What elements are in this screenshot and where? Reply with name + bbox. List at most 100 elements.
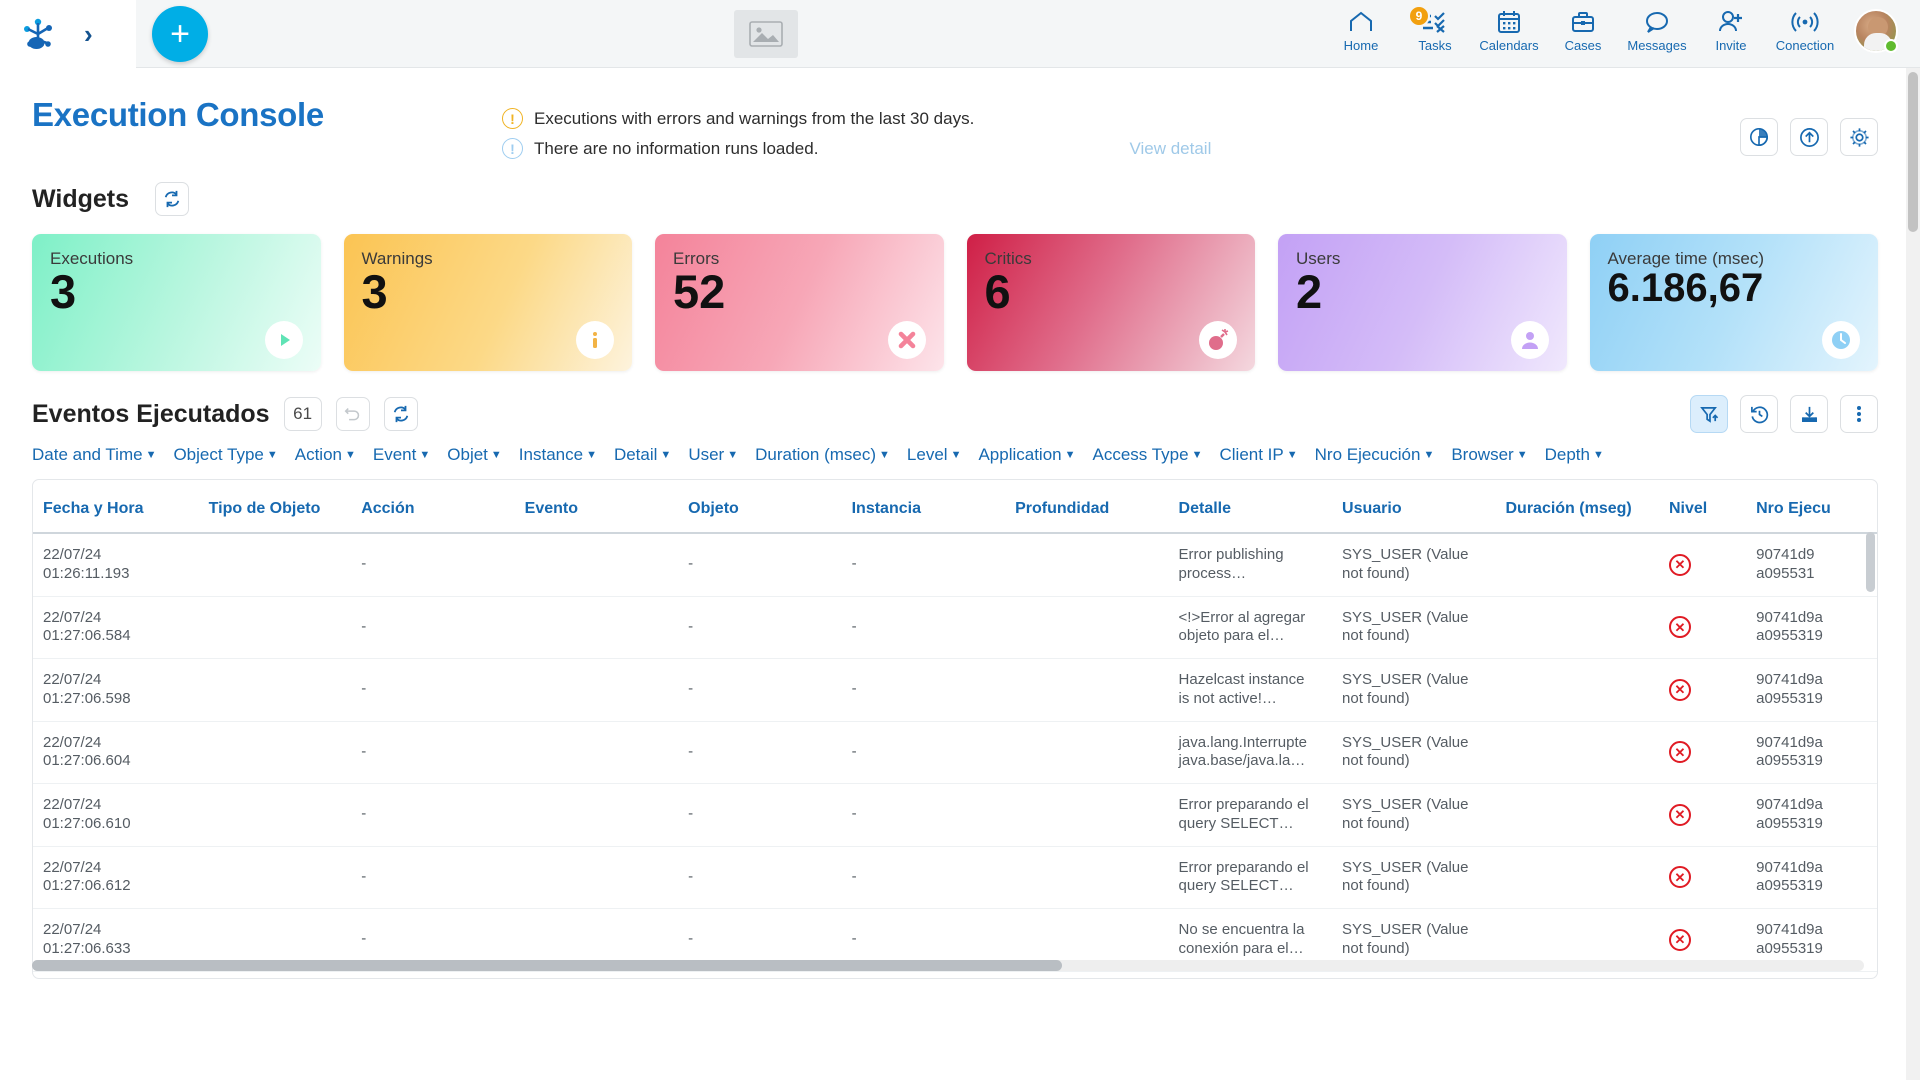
widget-card-critics[interactable]: Critics 6 <box>967 234 1256 371</box>
table-row[interactable]: 22/07/2401:26:11.193 - - - Error publish… <box>33 533 1877 596</box>
widgets-refresh-button[interactable] <box>155 182 189 216</box>
download-button[interactable] <box>1790 395 1828 433</box>
column-header-detalle[interactable]: Detalle <box>1169 480 1332 533</box>
events-table: Fecha y Hora Tipo de Objeto Acción Event… <box>33 480 1877 979</box>
widget-card-warnings[interactable]: Warnings 3 <box>344 234 633 371</box>
error-level-icon: ✕ <box>1669 679 1691 701</box>
cell-detalle-l1: Hazelcast instance <box>1179 671 1322 690</box>
events-refresh-button[interactable] <box>384 397 418 431</box>
filter-detail[interactable]: Detail▼ <box>614 445 671 465</box>
cell-date: 22/07/24 <box>43 546 189 565</box>
nav-item-cases[interactable]: Cases <box>1546 9 1620 59</box>
nav-item-invite[interactable]: Invite <box>1694 9 1768 59</box>
filter-nro-ejecucion[interactable]: Nro Ejecución▼ <box>1315 445 1435 465</box>
view-detail-link[interactable]: View detail <box>1129 139 1211 159</box>
table-row[interactable]: 22/07/2401:27:06.612 - - - Error prepara… <box>33 846 1877 909</box>
column-header-instancia[interactable]: Instancia <box>842 480 1005 533</box>
cell-time: 01:27:06.584 <box>43 627 189 646</box>
filter-user[interactable]: User▼ <box>688 445 738 465</box>
widget-label: Warnings <box>362 249 615 269</box>
table-vertical-scrollbar-thumb[interactable] <box>1866 532 1875 592</box>
widget-card-users[interactable]: Users 2 <box>1278 234 1567 371</box>
column-header-accion[interactable]: Acción <box>351 480 514 533</box>
cell-date: 22/07/24 <box>43 734 189 753</box>
filter-objet[interactable]: Objet▼ <box>447 445 502 465</box>
widget-card-errors[interactable]: Errors 52 <box>655 234 944 371</box>
calendar-icon <box>1497 9 1521 35</box>
cell-usuario-l1: SYS_USER (Value <box>1342 859 1485 878</box>
nav-label-invite: Invite <box>1715 38 1746 53</box>
nav-item-messages[interactable]: Messages <box>1620 9 1694 59</box>
table-row[interactable]: 22/07/2401:27:06.584 - - - <!>Error al a… <box>33 596 1877 659</box>
sidebar-expand-icon[interactable]: › <box>84 21 93 47</box>
column-header-evento[interactable]: Evento <box>515 480 678 533</box>
events-undo-button[interactable] <box>336 397 370 431</box>
cell-time: 01:27:06.604 <box>43 752 189 771</box>
filter-label: User <box>688 445 724 465</box>
cell-instancia: - <box>842 533 1005 596</box>
column-header-profundidad[interactable]: Profundidad <box>1005 480 1168 533</box>
more-button[interactable] <box>1840 395 1878 433</box>
cell-usuario-l1: SYS_USER (Value <box>1342 546 1485 565</box>
filter-duration[interactable]: Duration (msec)▼ <box>755 445 890 465</box>
table-row[interactable]: 22/07/2401:27:06.604 - - - java.lang.Int… <box>33 721 1877 784</box>
alert-warning-text: Executions with errors and warnings from… <box>534 109 974 129</box>
column-header-objeto[interactable]: Objeto <box>678 480 841 533</box>
widget-card-executions[interactable]: Executions 3 <box>32 234 321 371</box>
chart-report-button[interactable] <box>1740 118 1778 156</box>
settings-button[interactable] <box>1840 118 1878 156</box>
cell-detalle: <!>Error al agregarobjeto para el… <box>1169 596 1332 659</box>
filter-date-and-time[interactable]: Date and Time▼ <box>32 445 156 465</box>
filter-button[interactable] <box>1690 395 1728 433</box>
cell-evento <box>515 971 678 979</box>
filter-client-ip[interactable]: Client IP▼ <box>1219 445 1297 465</box>
filter-level[interactable]: Level▼ <box>907 445 962 465</box>
cell-instancia: - <box>842 721 1005 784</box>
filter-object-type[interactable]: Object Type▼ <box>173 445 277 465</box>
filter-action[interactable]: Action▼ <box>295 445 356 465</box>
column-header-tipo[interactable]: Tipo de Objeto <box>199 480 352 533</box>
filter-event[interactable]: Event▼ <box>373 445 430 465</box>
nav-item-home[interactable]: Home <box>1324 9 1398 59</box>
upload-button[interactable] <box>1790 118 1828 156</box>
page-scrollbar[interactable] <box>1906 68 1920 1080</box>
column-header-duracion[interactable]: Duración (mseg) <box>1495 480 1658 533</box>
cell-duracion <box>1495 846 1658 909</box>
filter-application[interactable]: Application▼ <box>978 445 1075 465</box>
column-header-nro[interactable]: Nro Ejecu <box>1746 480 1877 533</box>
nav-item-tasks[interactable]: 9 Tasks <box>1398 9 1472 59</box>
cell-usuario-l2: not found) <box>1342 815 1485 834</box>
cell-time: 01:26:11.193 <box>43 565 189 584</box>
filter-access-type[interactable]: Access Type▼ <box>1093 445 1203 465</box>
history-button[interactable] <box>1740 395 1778 433</box>
table-horizontal-scrollbar[interactable] <box>32 960 1864 971</box>
nav-item-conection[interactable]: Conection <box>1768 9 1842 59</box>
cell-tipo <box>199 971 352 979</box>
filter-depth[interactable]: Depth▼ <box>1545 445 1604 465</box>
table-vertical-scrollbar[interactable] <box>1866 532 1875 972</box>
table-row[interactable]: 22/07/2401:27:06.610 - - - Error prepara… <box>33 784 1877 847</box>
chevron-down-icon: ▼ <box>727 450 738 461</box>
info-icon <box>576 321 614 359</box>
column-header-fecha[interactable]: Fecha y Hora <box>33 480 199 533</box>
table-head: Fecha y Hora Tipo de Objeto Acción Event… <box>33 480 1877 533</box>
table-row[interactable]: 22/07/2401:27:06.645 - - - No se encuent… <box>33 971 1877 979</box>
app-logo-icon[interactable] <box>18 14 58 54</box>
table-horizontal-scrollbar-thumb[interactable] <box>32 960 1062 971</box>
column-header-usuario[interactable]: Usuario <box>1332 480 1495 533</box>
status-badge <box>1884 39 1898 53</box>
widget-card-average-time[interactable]: Average time (msec) 6.186,67 <box>1590 234 1879 371</box>
column-header-nivel[interactable]: Nivel <box>1659 480 1746 533</box>
cell-evento <box>515 596 678 659</box>
filter-instance[interactable]: Instance▼ <box>519 445 597 465</box>
filter-browser[interactable]: Browser▼ <box>1451 445 1527 465</box>
nav-item-calendars[interactable]: Calendars <box>1472 9 1546 59</box>
logo-zone: › <box>0 0 136 68</box>
page-scrollbar-thumb[interactable] <box>1908 72 1918 232</box>
add-button[interactable]: + <box>152 6 208 62</box>
table-row[interactable]: 22/07/2401:27:06.598 - - - Hazelcast ins… <box>33 659 1877 722</box>
cell-nro-l1: 90741d9a <box>1756 671 1867 690</box>
warning-icon: ! <box>502 108 523 129</box>
avatar[interactable] <box>1854 9 1898 59</box>
filter-label: Client IP <box>1219 445 1283 465</box>
